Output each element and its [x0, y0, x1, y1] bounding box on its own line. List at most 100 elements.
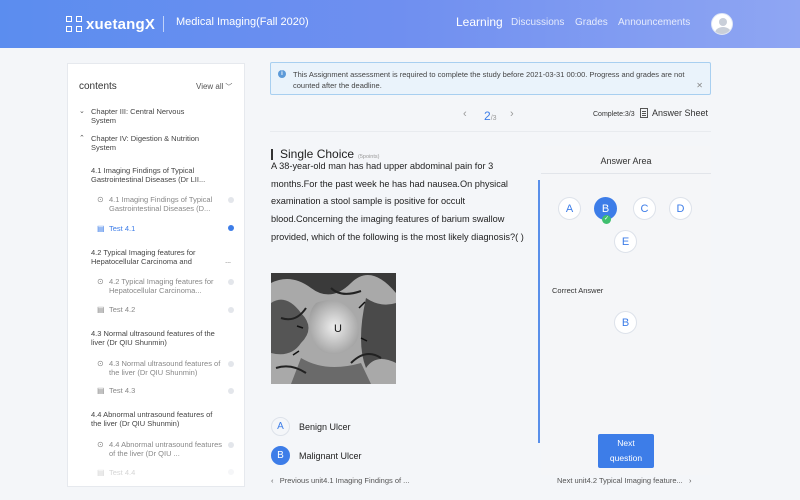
deadline-notice: i This Assignment assessment is required… [270, 62, 711, 95]
question-counter: 2/3 [484, 109, 497, 123]
completion-status: Complete:3/3 [593, 111, 635, 118]
course-title: Medical Imaging(Fall 2020) [176, 16, 309, 28]
answer-choice-a[interactable]: A [558, 197, 581, 220]
notice-text: This Assignment assessment is required t… [293, 70, 685, 90]
test-item-4-3[interactable]: ▤ Test 4.3 [97, 386, 237, 395]
logo-mark-icon [66, 16, 82, 32]
test-item-4-4[interactable]: ▤ Test 4.4 [97, 468, 237, 477]
next-question-button[interactable]: Next question [598, 434, 654, 468]
answer-sheet-button[interactable]: Answer Sheet [640, 108, 708, 118]
sidebar-title: contents [79, 81, 117, 92]
next-button-label: question [609, 453, 643, 463]
question-text: A 38-year-old man has had upper abdomina… [271, 161, 524, 242]
status-dot-complete [228, 225, 234, 231]
answer-area-title: Answer Area [600, 156, 652, 166]
section-4-2[interactable]: 4.2 Typical Imaging features for Hepatoc… [91, 248, 231, 266]
divider [270, 131, 711, 132]
previous-unit-link[interactable]: ‹ Previous unit4.1 Imaging Findings of .… [271, 476, 409, 485]
item-label: 4.3 Normal ultrasound features of the li… [109, 359, 221, 377]
view-all-button[interactable]: View all ﹀ [196, 82, 232, 92]
view-all-label: View all [196, 82, 224, 91]
section-4-1[interactable]: 4.1 Imaging Findings of Typical Gastroin… [91, 166, 217, 184]
user-avatar[interactable] [711, 13, 733, 35]
more-icon: ... [225, 258, 231, 265]
barium-xray-image: U [271, 273, 396, 384]
status-dot [228, 197, 234, 203]
play-icon: ⊙ [97, 195, 104, 204]
current-question-number: 2 [484, 109, 491, 123]
video-item-4-1[interactable]: ⊙ 4.1 Imaging Findings of Typical Gastro… [97, 195, 237, 213]
nav-discussions[interactable]: Discussions [511, 17, 564, 28]
info-icon: i [278, 70, 286, 78]
status-dot [228, 469, 234, 475]
section-4-3[interactable]: 4.3 Normal ultrasound features of the li… [91, 329, 217, 347]
status-dot [228, 307, 234, 313]
contents-sidebar: contents View all ﹀ ⌄ Chapter III: Centra… [67, 63, 245, 487]
next-unit-link[interactable]: Next unit4.2 Typical Imaging feature... … [557, 476, 692, 485]
nav-announcements[interactable]: Announcements [618, 17, 690, 28]
chapter-4[interactable]: ⌃ Chapter IV: Digestion & Nutrition Syst… [79, 134, 221, 152]
answer-choice-e[interactable]: E [614, 230, 637, 253]
correct-answer-label: Correct Answer [552, 286, 604, 295]
chapter-label: Chapter III: Central Nervous System [91, 107, 185, 125]
option-letter: A [271, 417, 290, 436]
item-label: 4.1 Imaging Findings of Typical Gastroin… [109, 195, 213, 213]
test-item-4-2[interactable]: ▤ Test 4.2 [97, 305, 237, 314]
document-icon: ▤ [97, 468, 105, 477]
chevron-down-icon: ⌄ [79, 108, 85, 115]
nav-grades[interactable]: Grades [575, 17, 608, 28]
video-item-4-4[interactable]: ⊙ 4.4 Abnormal untrasound features of th… [97, 440, 237, 458]
next-question-arrow-icon[interactable]: › [510, 108, 514, 120]
answer-choice-d[interactable]: D [669, 197, 692, 220]
item-label: Test 4.1 [109, 224, 136, 233]
chevron-down-icon: ﹀ [225, 84, 233, 91]
test-item-4-1[interactable]: ▤ Test 4.1 [97, 224, 237, 233]
item-label: Test 4.2 [109, 305, 136, 314]
status-dot [228, 361, 234, 367]
logo-text: xuetangX [86, 15, 156, 33]
next-button-label: Next [617, 438, 635, 448]
item-label: 4.4 Abnormal untrasound features of the … [109, 440, 222, 458]
option-text: Malignant Ulcer [299, 450, 362, 461]
video-item-4-2[interactable]: ⊙ 4.2 Typical Imaging features for Hepat… [97, 277, 237, 295]
status-dot [228, 388, 234, 394]
section-4-4[interactable]: 4.4 Abnormal untrasound features of the … [91, 410, 217, 428]
status-dot [228, 279, 234, 285]
option-a[interactable]: A Benign Ulcer [271, 417, 351, 436]
answer-choice-c[interactable]: C [633, 197, 656, 220]
xray-label: U [334, 323, 342, 335]
section-label: 4.2 Typical Imaging features for Hepatoc… [91, 248, 196, 266]
previous-unit-label: Previous unit4.1 Imaging Findings of ... [279, 476, 410, 485]
correct-answer-value: B [614, 311, 637, 334]
item-label: Test 4.3 [109, 386, 136, 395]
close-icon[interactable]: ✕ [696, 80, 703, 91]
previous-question-arrow-icon[interactable]: ‹ [463, 108, 467, 120]
answer-sheet-icon [640, 108, 648, 118]
chapter-label: Chapter IV: Digestion & Nutrition System [91, 134, 200, 152]
item-label: Test 4.4 [109, 468, 136, 477]
chevron-right-icon: › [689, 476, 692, 485]
video-item-4-3[interactable]: ⊙ 4.3 Normal ultrasound features of the … [97, 359, 237, 377]
option-b[interactable]: B Malignant Ulcer [271, 446, 362, 465]
option-text: Benign Ulcer [299, 421, 351, 432]
next-unit-label: Next unit4.2 Typical Imaging feature... [557, 476, 683, 485]
header-divider [163, 16, 164, 32]
xuetangx-logo[interactable]: xuetangX [66, 14, 155, 34]
chapter-3[interactable]: ⌄ Chapter III: Central Nervous System [79, 107, 201, 125]
document-icon: ▤ [97, 386, 105, 395]
total-questions: /3 [490, 115, 497, 122]
answer-sheet-label: Answer Sheet [652, 108, 709, 118]
top-header: xuetangX Medical Imaging(Fall 2020) Lear… [0, 0, 800, 48]
scrollbar[interactable] [538, 180, 540, 443]
status-dot [228, 442, 234, 448]
document-icon: ▤ [97, 305, 105, 314]
answer-area-panel: Answer Area A B ✓ C D E Correct Answer B… [541, 146, 711, 475]
option-letter-selected: B [271, 446, 290, 465]
divider [541, 173, 711, 174]
play-icon: ⊙ [97, 440, 104, 449]
item-label: 4.2 Typical Imaging features for Hepatoc… [109, 277, 214, 295]
chevron-up-icon: ⌃ [79, 135, 85, 142]
document-icon: ▤ [97, 224, 105, 233]
play-icon: ⊙ [97, 277, 104, 286]
nav-learning[interactable]: Learning [456, 15, 503, 29]
